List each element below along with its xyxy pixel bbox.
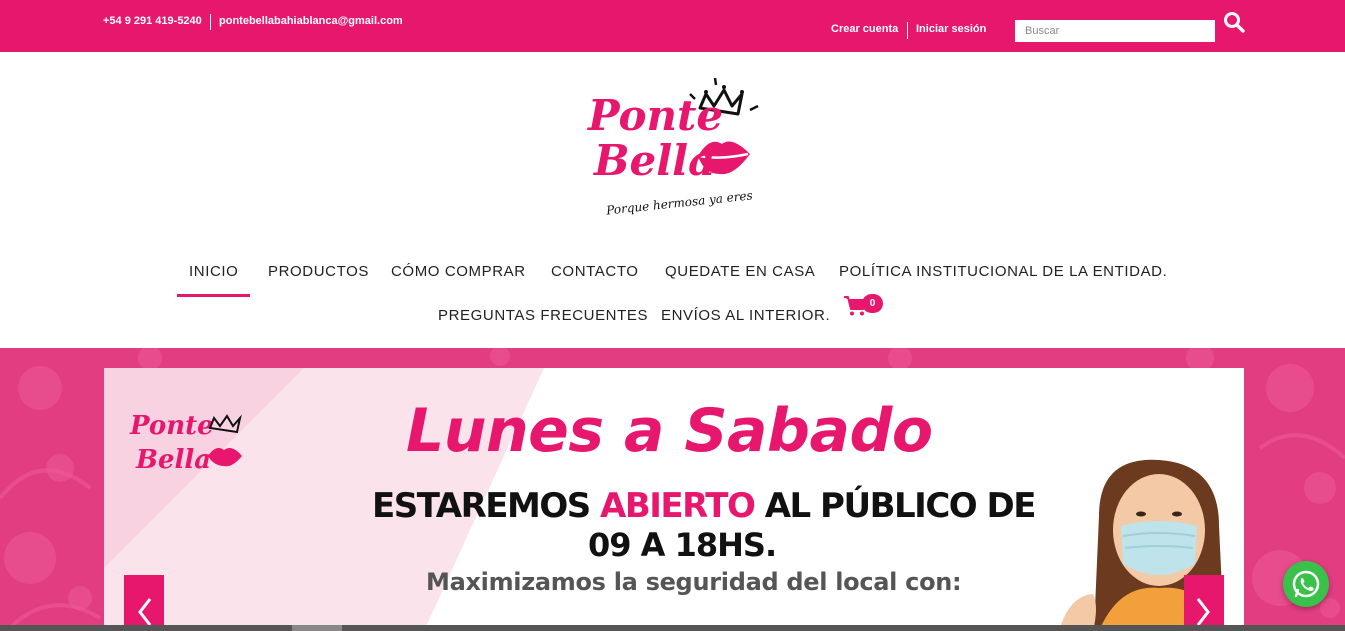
logo-text-ponte: Ponte [587,91,723,140]
slide-title: Lunes a Sabado [406,396,933,466]
login-link[interactable]: Iniciar sesión [916,23,986,35]
search-icon[interactable] [1222,10,1246,34]
logo-text-bella: Bella [593,136,715,185]
create-account-link[interactable]: Crear cuenta [831,23,898,35]
search-input[interactable] [1015,20,1215,42]
logo-tagline: Porque hermosa ya eres [605,188,754,217]
svg-text:Ponte: Ponte [129,411,214,441]
svg-text:Bella: Bella [135,445,211,475]
whatsapp-button[interactable] [1283,561,1329,607]
nav-item-inicio[interactable]: INICIO [189,263,238,280]
chevron-left-icon [138,598,152,626]
nav-item-contacto[interactable]: CONTACTO [551,263,639,280]
whatsapp-icon [1292,570,1320,598]
top-bar: +54 9 291 419-5240 pontebellabahiablanca… [0,0,1345,52]
slide-safety-text: Maximizamos la seguridad del local con: [426,568,962,596]
chevron-right-icon [1196,598,1210,626]
nav-item-envios[interactable]: ENVÍOS AL INTERIOR. [661,307,830,324]
email-link[interactable]: pontebellabahiablanca@gmail.com [219,15,403,27]
nav-item-preguntas-frecuentes[interactable]: PREGUNTAS FRECUENTES [438,307,648,324]
nav-item-politica[interactable]: POLÍTICA INSTITUCIONAL DE LA ENTIDAD. [839,263,1167,280]
divider [907,22,908,39]
slide-subtitle: ESTAREMOS ABIERTO AL PÚBLICO DE [372,486,1036,526]
cart-count-badge: 0 [862,294,883,313]
nav-item-quedate-en-casa[interactable]: QUEDATE EN CASA [665,263,815,280]
phone-number[interactable]: +54 9 291 419-5240 [103,15,202,27]
slider-next-button[interactable] [1184,575,1224,631]
nav-item-como-comprar[interactable]: CÓMO COMPRAR [391,263,526,280]
divider [210,14,211,30]
slider-progress-indicator [292,625,342,631]
nav-active-indicator [177,294,250,297]
nav-item-productos[interactable]: PRODUCTOS [268,263,369,280]
slider-progress-track [0,625,1345,631]
slide-logo: Ponte Bella [126,404,266,489]
slider-prev-button[interactable] [124,575,164,631]
site-logo[interactable]: Ponte Bella Porque hermosa ya eres [580,70,780,225]
hero-slide: Ponte Bella Lunes a Sabado ESTAREMOS ABI… [104,368,1244,631]
slide-hours: 09 A 18HS. [588,526,777,564]
